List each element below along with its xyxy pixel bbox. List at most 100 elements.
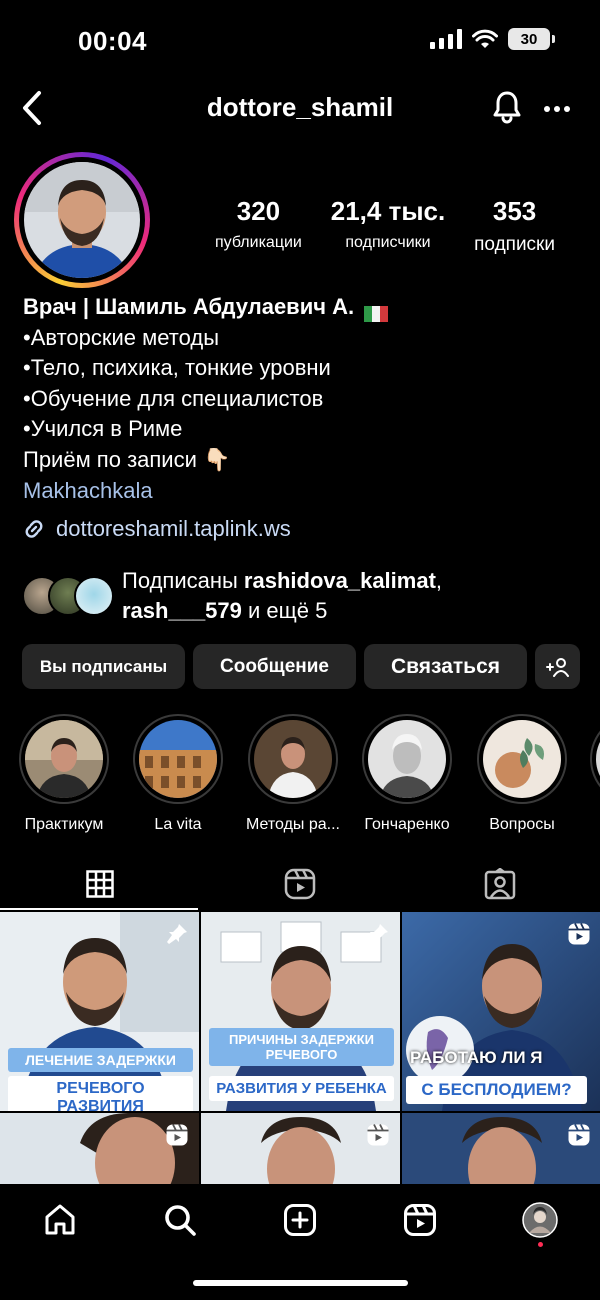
grid-post[interactable] — [402, 1113, 600, 1184]
following-stat[interactable]: 353 подписки — [474, 196, 555, 256]
tab-tagged[interactable] — [400, 856, 600, 912]
notifications-button[interactable] — [492, 90, 522, 129]
suggest-users-button[interactable] — [535, 644, 580, 689]
tab-posts-grid[interactable] — [0, 856, 200, 912]
bio-line: •Тело, психика, тонкие уровни — [23, 355, 331, 381]
post-caption-top: ПРИЧИНЫ ЗАДЕРЖКИ РЕЧЕВОГО — [209, 1028, 394, 1066]
nav-profile[interactable] — [520, 1200, 560, 1240]
nav-home[interactable] — [40, 1200, 80, 1240]
tab-reels[interactable] — [200, 856, 400, 912]
highlight-label: Практикум — [24, 816, 104, 833]
website-url: dottoreshamil.taplink.ws — [56, 516, 291, 541]
bio-name-line: Врач | Шамиль Абдулаевич А. — [23, 292, 583, 323]
wifi-icon — [472, 29, 498, 48]
pin-icon — [165, 922, 189, 951]
contact-button[interactable]: Связаться — [364, 644, 527, 689]
followers-count: 21,4 тыс. — [330, 196, 446, 226]
profile-stats: 320 публикации 21,4 тыс. подписчики 353 … — [215, 196, 555, 256]
mutual-suffix: и ещё 5 — [241, 598, 328, 623]
following-label: подписки — [474, 234, 555, 255]
more-options-button[interactable] — [544, 94, 570, 114]
post-caption-top: ЛЕЧЕНИЕ ЗАДЕРЖКИ — [8, 1048, 193, 1072]
bio-line: Приём по записи 👇🏻 — [23, 446, 231, 472]
following-count: 353 — [492, 196, 537, 226]
reels-icon — [567, 922, 591, 951]
italy-flag-icon — [364, 300, 389, 323]
profile-header: dottore_shamil — [0, 80, 600, 136]
mutual-followers[interactable]: Подписаны rashidova_kalimat, rash___579 … — [22, 566, 582, 626]
mutual-avatars — [22, 576, 114, 616]
post-caption-bottom: С БЕСПЛОДИЕМ? — [406, 1076, 587, 1104]
reels-icon — [284, 868, 316, 900]
highlight-cover — [254, 720, 332, 798]
grid-post[interactable]: ЛЕЧЕНИЕ ЗАДЕРЖКИ РЕЧЕВОГО РАЗВИТИЯ — [0, 912, 199, 1111]
grid-post[interactable]: ПРИЧИНЫ ЗАДЕРЖКИ РЕЧЕВОГО РАЗВИТИЯ У РЕБ… — [201, 912, 400, 1111]
highlight-label: Вопросы — [489, 816, 555, 833]
reels-icon — [404, 1204, 436, 1236]
status-bar: 00:04 30 — [0, 0, 600, 80]
mutual-separator: , — [435, 568, 443, 593]
nav-search[interactable] — [160, 1200, 200, 1240]
status-icons: 30 — [430, 28, 555, 50]
home-indicator[interactable] — [193, 1280, 408, 1286]
following-button[interactable]: Вы подписаны — [22, 644, 185, 689]
bio-line: •Авторские методы — [23, 324, 220, 350]
highlight-item[interactable]: Вопросы — [477, 714, 567, 834]
story-highlights: Практикум La vita Методы ра... Гончаренк… — [0, 714, 600, 834]
reels-icon — [366, 1123, 390, 1152]
avatar-photo — [24, 162, 140, 278]
search-icon — [165, 1205, 196, 1236]
tagged-icon — [484, 868, 516, 900]
tab-active-indicator — [0, 908, 198, 910]
post-caption-bottom: РЕЧЕВОГО РАЗВИТИЯ — [8, 1076, 193, 1111]
mutual-avatar — [74, 576, 114, 616]
post-caption-top: РАБОТАЮ ЛИ Я — [410, 1048, 543, 1067]
highlight-label: Гончаренко — [364, 816, 450, 833]
mutual-user-1[interactable]: rashidova_kalimat — [244, 568, 436, 593]
profile-avatar-icon — [522, 1202, 558, 1238]
post-caption-bottom: РАЗВИТИЯ У РЕБЕНКА — [209, 1076, 394, 1101]
highlight-item[interactable]: La vita — [133, 714, 223, 834]
grid-post[interactable]: РАБОТАЮ ЛИ Я С БЕСПЛОДИЕМ? — [402, 912, 600, 1111]
more-icon — [544, 106, 570, 112]
pin-icon — [366, 922, 390, 951]
followers-label: подписчики — [345, 234, 431, 251]
bio-line: •Обучение для специалистов — [23, 385, 324, 411]
grid-post[interactable] — [0, 1113, 199, 1184]
mutual-user-2[interactable]: rash___579 — [122, 598, 242, 623]
plus-square-icon — [284, 1204, 316, 1236]
bell-icon — [493, 91, 521, 124]
profile-avatar[interactable] — [14, 152, 150, 288]
highlight-label: La vita — [154, 816, 202, 833]
posts-grid: ЛЕЧЕНИЕ ЗАДЕРЖКИ РЕЧЕВОГО РАЗВИТИЯ ПРИЧИ… — [0, 912, 600, 1184]
website-link[interactable]: dottoreshamil.taplink.ws — [22, 516, 291, 542]
profile-tabs — [0, 856, 600, 912]
battery-icon: 30 — [508, 28, 555, 50]
posts-label: публикации — [215, 234, 302, 251]
nav-create[interactable] — [280, 1200, 320, 1240]
posts-count: 320 — [236, 196, 281, 226]
reels-icon — [567, 1123, 591, 1152]
highlight-item[interactable] — [590, 714, 600, 804]
highlight-cover — [483, 720, 561, 798]
highlight-item[interactable]: Гончаренко — [362, 714, 452, 834]
reels-icon — [165, 1123, 189, 1152]
highlight-item[interactable]: Практикум — [19, 714, 109, 834]
grid-icon — [86, 870, 114, 898]
battery-level: 30 — [520, 30, 538, 48]
location-link[interactable]: Makhachkala — [23, 476, 583, 507]
posts-stat[interactable]: 320 публикации — [215, 196, 302, 256]
message-button[interactable]: Сообщение — [193, 644, 356, 689]
home-icon — [45, 1204, 75, 1235]
highlight-cover — [139, 720, 217, 798]
highlight-label: Методы ра... — [246, 816, 340, 833]
profile-name: Врач | Шамиль Абдулаевич А. — [23, 294, 355, 319]
add-user-icon — [545, 657, 569, 677]
grid-post[interactable] — [201, 1113, 400, 1184]
highlight-item[interactable]: Методы ра... — [246, 714, 340, 834]
profile-bio: Врач | Шамиль Абдулаевич А. •Авторские м… — [23, 292, 583, 506]
nav-reels[interactable] — [400, 1200, 440, 1240]
mutual-followers-text: Подписаны rashidova_kalimat, rash___579 … — [122, 566, 442, 626]
followers-stat[interactable]: 21,4 тыс. подписчики — [331, 196, 445, 256]
highlight-cover — [25, 720, 103, 798]
